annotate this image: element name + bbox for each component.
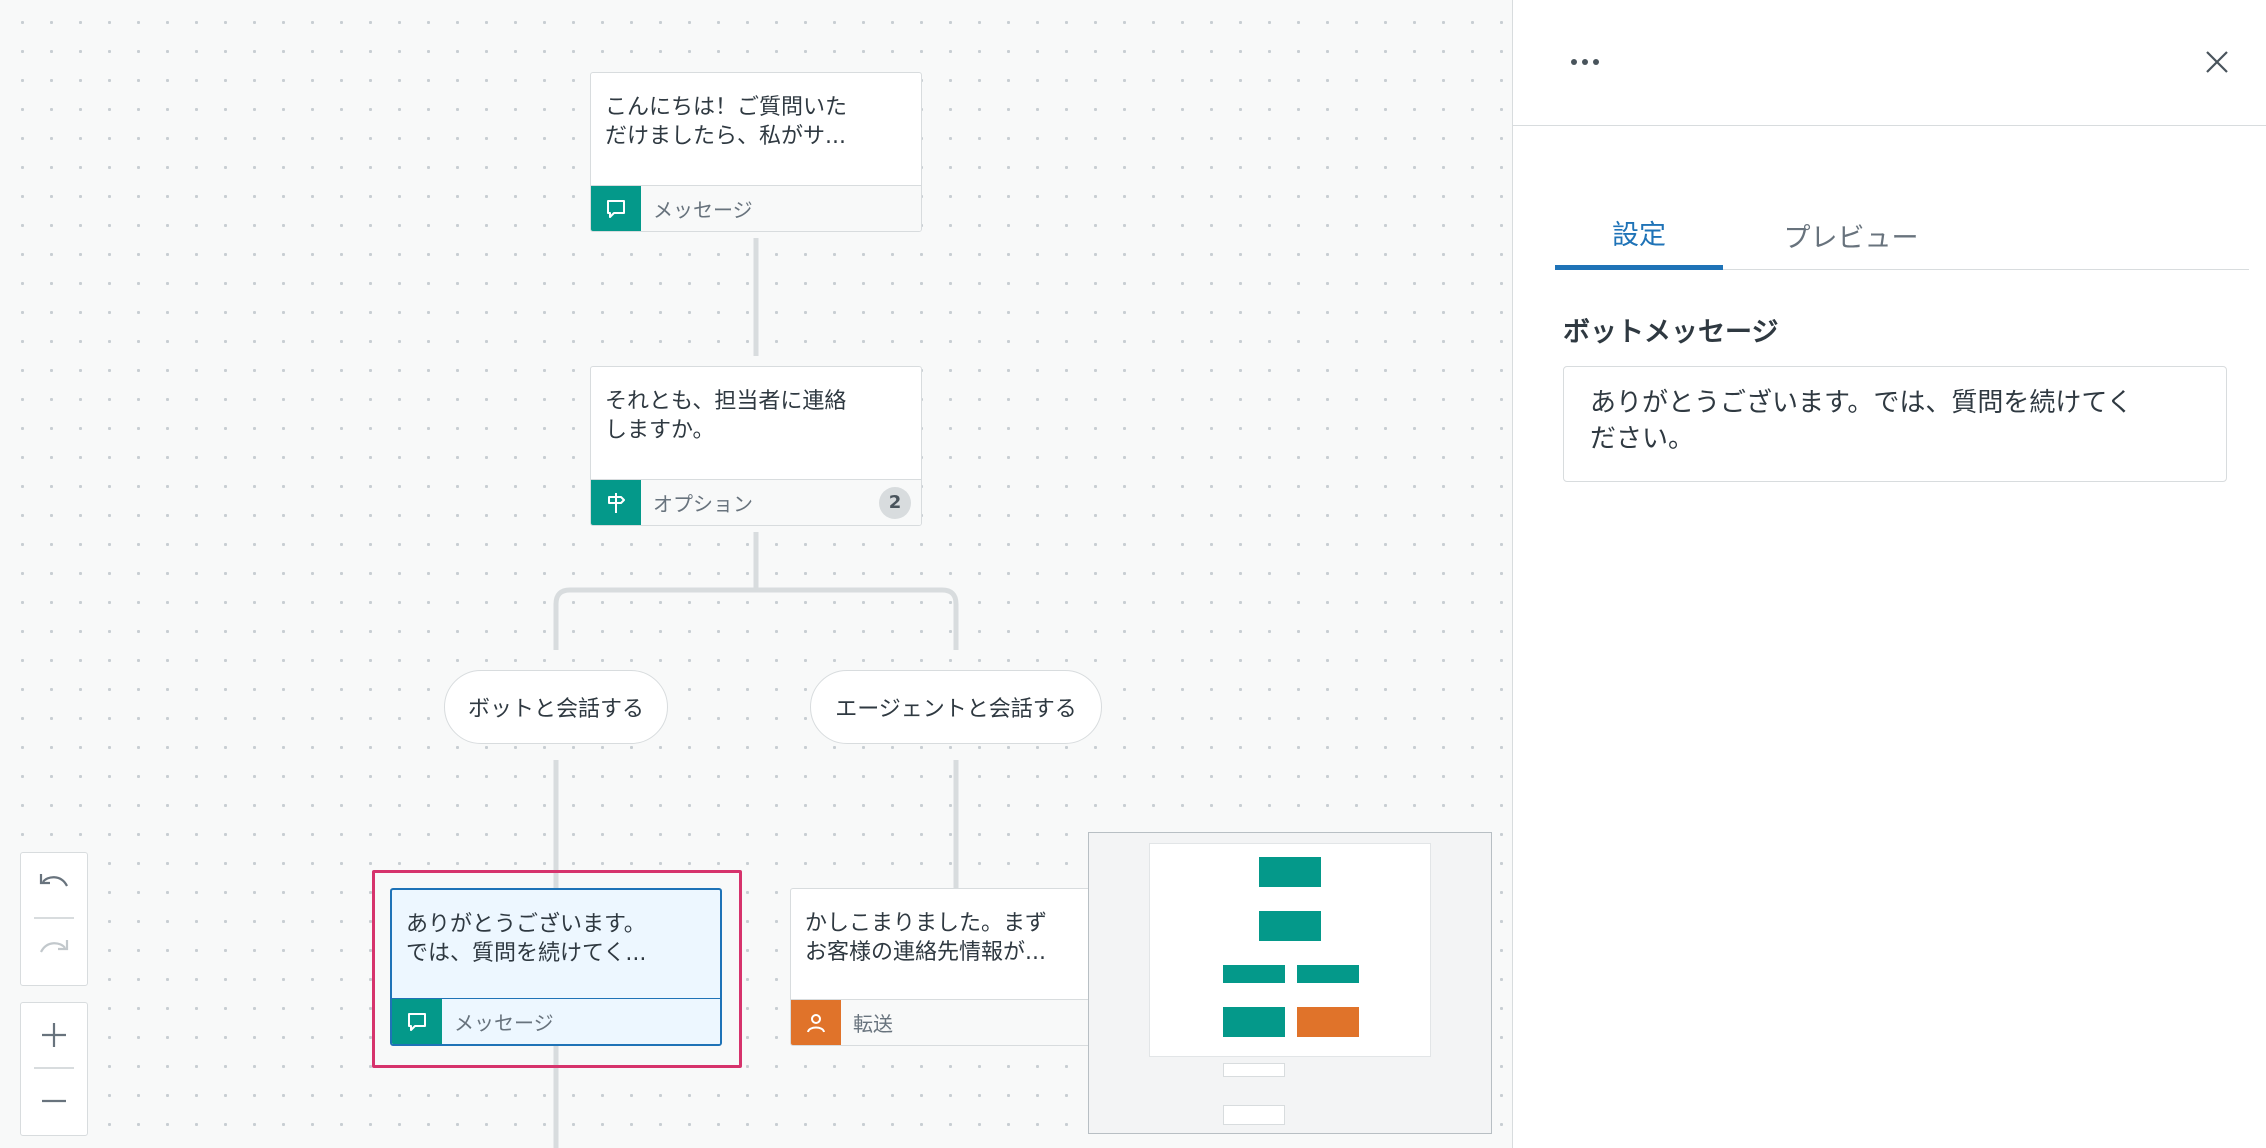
bot-message-field[interactable]: ありがとうございます。では、質問を続けてく ださい。: [1563, 366, 2227, 482]
tab-preview[interactable]: プレビュー: [1723, 200, 1979, 270]
minimap-node: [1223, 1063, 1285, 1077]
node-type-label: オプション: [653, 492, 753, 516]
speech-bubble-icon: [591, 185, 641, 231]
undo-button[interactable]: [20, 853, 88, 917]
node-text: こんにちは！ご質問いた だけましたら、私がサ...: [605, 95, 848, 149]
plus-icon: [42, 1023, 66, 1047]
node-footer: 転送: [791, 999, 1121, 1045]
minus-icon: [42, 1099, 66, 1102]
minimap-node: [1259, 857, 1321, 887]
close-icon: [2206, 51, 2228, 73]
close-button[interactable]: [2195, 40, 2239, 84]
redo-icon: [40, 939, 69, 953]
flow-canvas[interactable]: こんにちは！ご質問いた だけましたら、私がサ... メッセージ それとも、担当者…: [0, 0, 1512, 1148]
speech-bubble-icon: [392, 998, 442, 1044]
minimap-node: [1223, 1105, 1285, 1125]
more-options-button[interactable]: [1563, 40, 1607, 84]
signpost-icon: [591, 479, 641, 525]
option-count-badge: 2: [879, 486, 911, 519]
node-footer: オプション 2: [591, 479, 921, 525]
history-toolbar: [20, 852, 88, 986]
node-type-label: メッセージ: [454, 1011, 554, 1035]
zoom-in-button[interactable]: [20, 1003, 88, 1067]
option-talk-to-bot[interactable]: ボットと会話する: [444, 670, 668, 744]
tab-settings[interactable]: 設定: [1555, 200, 1723, 270]
node-footer: メッセージ: [392, 998, 720, 1044]
node-text: ありがとうございます。 では、質問を続けてく...: [406, 912, 647, 966]
undo-icon: [39, 874, 68, 887]
flow-node-welcome-message[interactable]: こんにちは！ご質問いた だけましたら、私がサ... メッセージ: [590, 72, 922, 232]
minimap-node: [1259, 911, 1321, 941]
zoom-toolbar: [20, 1002, 88, 1136]
flow-node-options[interactable]: それとも、担当者に連絡 しますか。 オプション 2: [590, 366, 922, 526]
panel-header: [1513, 0, 2266, 126]
ellipsis-icon: [1571, 59, 1599, 65]
minimap-node: [1223, 965, 1285, 983]
node-footer: メッセージ: [591, 185, 921, 231]
minimap-node: [1223, 1007, 1285, 1037]
settings-panel: 設定 プレビュー ボットメッセージ ありがとうございます。では、質問を続けてく …: [1512, 0, 2266, 1148]
minimap[interactable]: [1088, 832, 1492, 1134]
node-text: かしこまりました。まず お客様の連絡先情報が...: [805, 911, 1048, 965]
minimap-node: [1297, 965, 1359, 983]
zoom-out-button[interactable]: [20, 1069, 88, 1133]
bot-message-title: ボットメッセージ: [1563, 317, 1779, 348]
person-icon: [791, 999, 841, 1045]
option-talk-to-agent[interactable]: エージェントと会話する: [810, 670, 1102, 744]
node-type-label: 転送: [853, 1012, 893, 1036]
node-type-label: メッセージ: [653, 198, 753, 222]
minimap-node: [1297, 1007, 1359, 1037]
redo-button[interactable]: [20, 919, 88, 983]
flow-node-transfer[interactable]: かしこまりました。まず お客様の連絡先情報が... 転送: [790, 888, 1122, 1046]
flow-node-thanks-message[interactable]: ありがとうございます。 では、質問を続けてく... メッセージ: [390, 888, 722, 1046]
panel-tabs: 設定 プレビュー: [1555, 200, 2249, 270]
node-text: それとも、担当者に連絡 しますか。: [605, 389, 847, 443]
